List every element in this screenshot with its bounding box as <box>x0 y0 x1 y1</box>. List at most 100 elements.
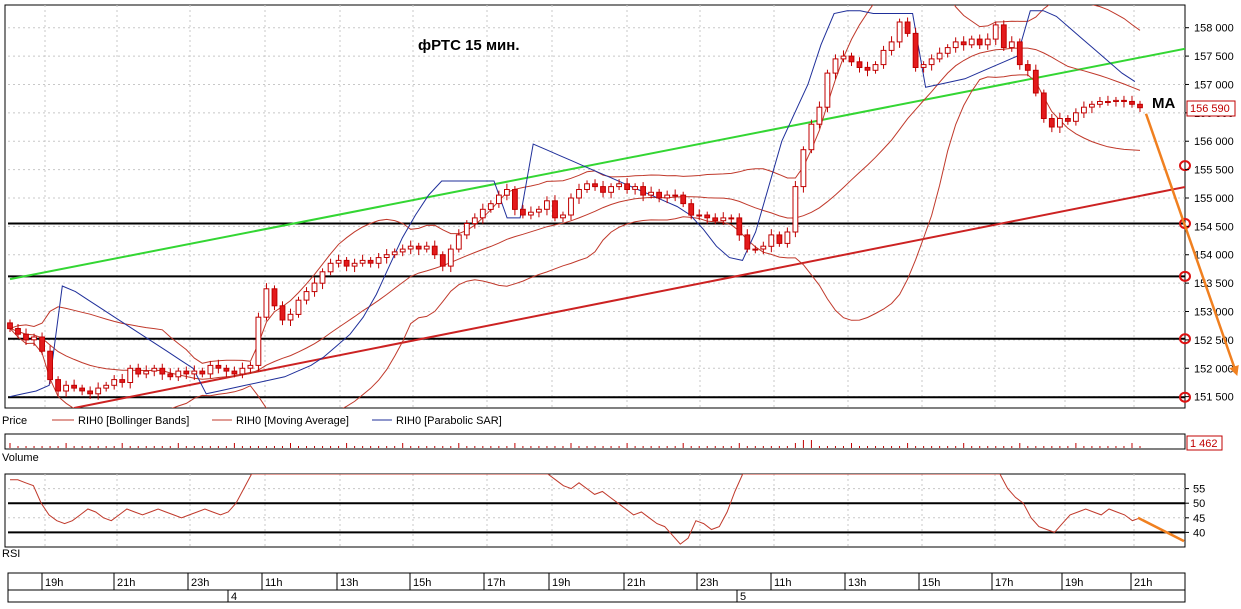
candle-up <box>295 299 302 315</box>
candle-up <box>968 38 975 46</box>
candle-up <box>311 282 318 293</box>
rsi-panel[interactable] <box>4 473 1186 548</box>
time-tick-label: 19h <box>552 577 570 589</box>
candle-down <box>271 288 278 307</box>
candle-up <box>872 64 879 71</box>
candle-up <box>1105 101 1111 103</box>
time-tick-label: 11h <box>265 577 283 589</box>
time-tick-label: 21h <box>1134 577 1152 589</box>
candle-up <box>327 262 334 273</box>
candle-up <box>696 214 703 217</box>
rsi-tick-label: 50 <box>1193 498 1205 510</box>
candle-up <box>928 58 935 66</box>
volume-last-value: 1 462 <box>1190 438 1218 450</box>
day-tick-label: 5 <box>740 591 746 603</box>
candle-up <box>824 72 831 108</box>
candle-up <box>896 21 903 43</box>
candle-down <box>159 367 166 375</box>
candle-down <box>592 183 598 188</box>
ma-annotation: MA <box>1152 95 1175 112</box>
time-tick-label: 19h <box>1065 577 1083 589</box>
time-tick-label: 13h <box>848 577 866 589</box>
candle-down <box>431 245 438 256</box>
candle-up <box>319 271 326 284</box>
price-tick-label: 151 500 <box>1194 392 1234 404</box>
candle-up <box>816 106 823 125</box>
legend-price: Price <box>2 415 27 427</box>
price-tick-label: 155 000 <box>1194 193 1234 205</box>
candle-up <box>808 123 815 151</box>
candle-down <box>1065 118 1071 122</box>
candle-down <box>624 183 631 191</box>
candle-down <box>1032 69 1039 94</box>
candle-up <box>496 194 502 205</box>
candle-up <box>1113 99 1119 103</box>
candle-down <box>71 384 77 389</box>
candle-down <box>712 217 719 222</box>
candle-down <box>656 191 663 199</box>
price-panel[interactable] <box>4 4 1186 409</box>
candle-up <box>1081 106 1087 114</box>
candle-up <box>143 370 150 375</box>
candle-down <box>7 322 13 330</box>
candle-up <box>728 217 735 220</box>
rsi-label: RSI <box>2 548 20 560</box>
candle-down <box>960 41 967 46</box>
candle-up <box>287 313 294 321</box>
candle-down <box>864 66 871 71</box>
candle-up <box>255 316 262 366</box>
legend-sar: RIH0 [Parabolic SAR] <box>396 415 502 427</box>
candle-up <box>840 55 847 60</box>
candle-up <box>560 214 566 219</box>
trading-chart[interactable]: 151 500152 000152 500153 000153 500154 0… <box>0 0 1241 609</box>
candle-up <box>672 194 679 197</box>
candle-down <box>415 245 422 250</box>
candle-down <box>600 186 606 193</box>
candle-down <box>848 55 855 63</box>
time-tick-label: 17h <box>487 577 505 589</box>
candle-down <box>776 234 783 244</box>
candle-up <box>792 186 799 233</box>
candle-up <box>984 38 991 46</box>
candle-up <box>1073 112 1079 122</box>
candle-up <box>263 288 270 318</box>
candle-up <box>423 245 430 250</box>
price-tick-label: 154 000 <box>1194 250 1234 262</box>
candle-up <box>1057 118 1063 128</box>
candle-down <box>55 379 62 392</box>
candle-up <box>632 186 639 190</box>
price-tick-label: 157 000 <box>1194 79 1234 91</box>
current-price-text: 156 590 <box>1190 103 1230 115</box>
candle-down <box>1016 41 1023 66</box>
candle-up <box>359 259 366 264</box>
time-tick-label: 11h <box>774 577 792 589</box>
candle-down <box>640 186 647 196</box>
candle-up <box>95 387 102 395</box>
rsi-axis: 55 50 45 40 <box>1185 484 1205 539</box>
candle-up <box>391 251 398 256</box>
legend-ma: RIH0 [Moving Average] <box>236 415 349 427</box>
price-tick-label: 153 500 <box>1194 278 1234 290</box>
candle-up <box>760 245 767 250</box>
candle-down <box>1137 103 1143 109</box>
candle-down <box>1024 64 1031 71</box>
candle-down <box>704 214 711 219</box>
price-tick-label: 152 000 <box>1194 363 1234 375</box>
day-tick-label: 4 <box>231 591 237 603</box>
candle-down <box>231 370 238 375</box>
candle-down <box>512 189 518 210</box>
candle-down <box>552 200 558 219</box>
candle-down <box>904 21 911 34</box>
candle-down <box>343 259 350 267</box>
time-tick-label: 17h <box>995 577 1013 589</box>
time-axis: 19h 21h 23h 11h 13h 15h 17h 19h 21h 23h 11h 13h 15h 1… <box>7 572 1186 603</box>
candle-up <box>455 234 462 250</box>
candle-down <box>279 305 286 321</box>
candle-up <box>207 364 214 375</box>
price-tick-label: 157 500 <box>1194 51 1234 63</box>
candle-down <box>1000 24 1007 49</box>
candle-up <box>447 248 454 267</box>
candle-up <box>648 191 655 196</box>
candle-down <box>39 336 46 352</box>
candle-up <box>247 364 254 369</box>
